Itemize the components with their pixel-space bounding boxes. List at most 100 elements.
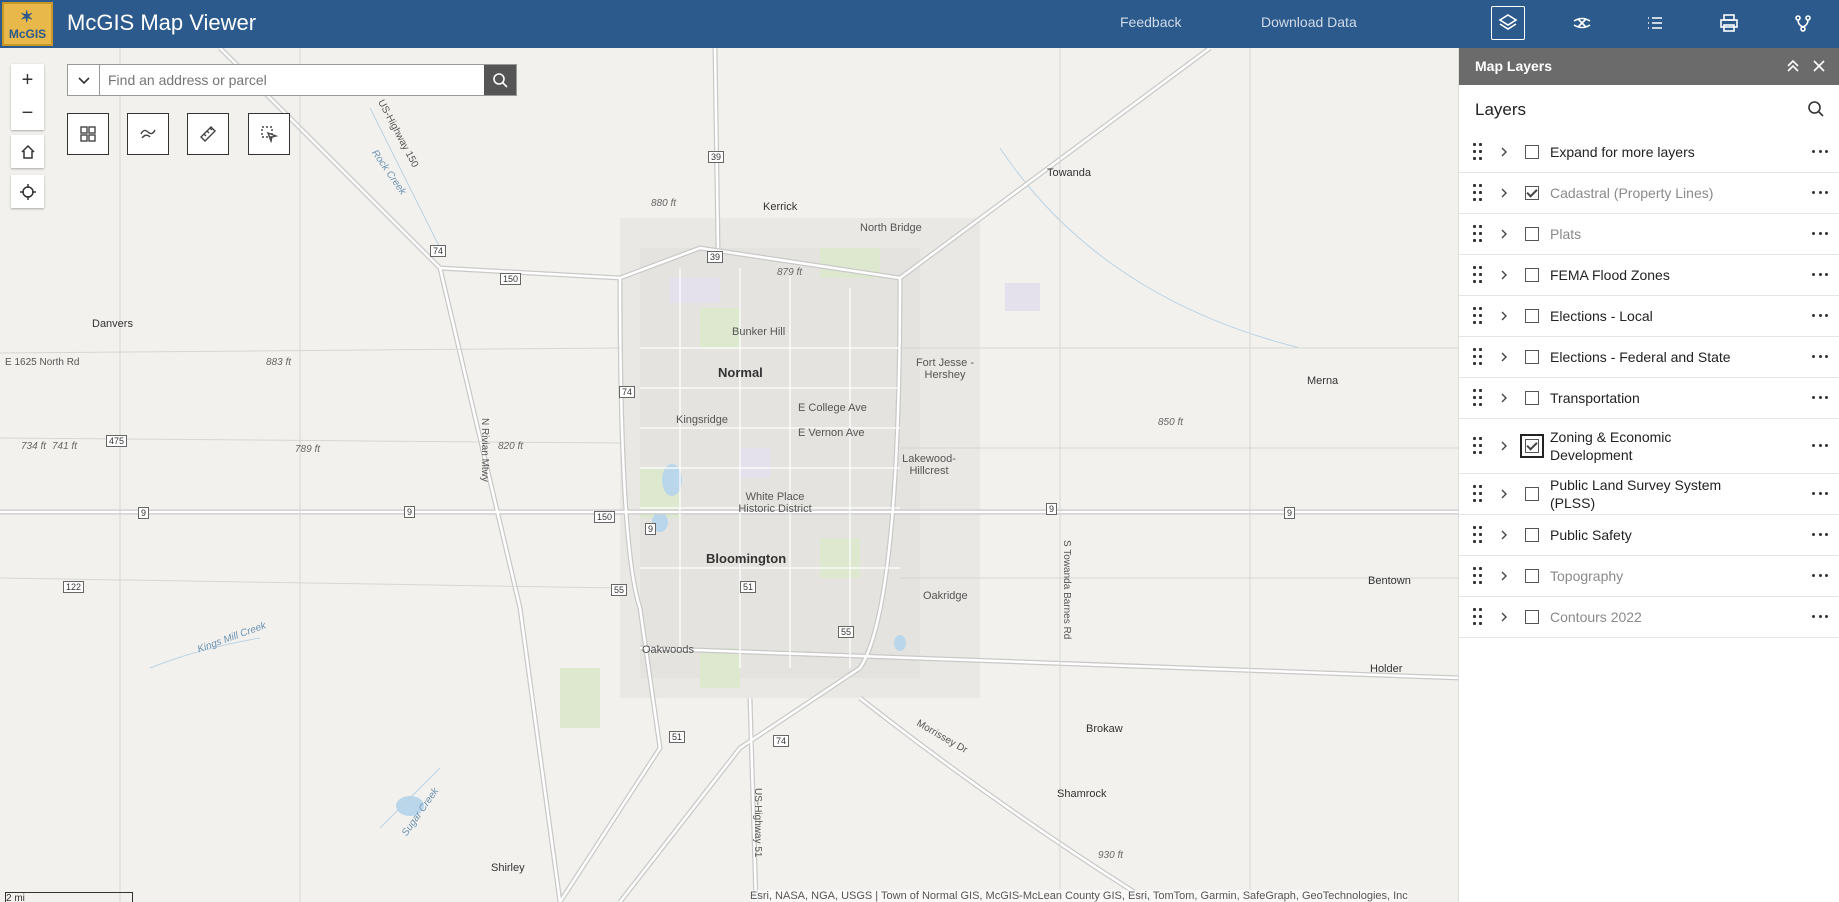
measure-button[interactable]	[187, 113, 229, 155]
download-data-link[interactable]: Download Data	[1261, 14, 1357, 30]
map-label-towanda: Towanda	[1047, 167, 1092, 179]
search-source-dropdown[interactable]	[68, 65, 100, 95]
map-view[interactable]: Towanda Kerrick North Bridge Danvers Nor…	[0, 48, 1458, 902]
more-options-icon[interactable]	[1812, 150, 1828, 154]
more-options-icon[interactable]	[1812, 492, 1828, 496]
expand-layer-button[interactable]	[1497, 391, 1511, 405]
more-options-icon[interactable]	[1812, 396, 1828, 400]
drag-handle-icon[interactable]	[1473, 437, 1483, 455]
expand-layer-button[interactable]	[1497, 439, 1511, 453]
drag-handle-icon[interactable]	[1473, 608, 1483, 626]
home-button[interactable]	[11, 135, 44, 168]
zoom-control: + −	[11, 64, 44, 130]
home-icon	[20, 144, 35, 159]
basemap-gallery-button[interactable]	[67, 113, 109, 155]
route-shield: 39	[708, 151, 725, 163]
more-options-icon[interactable]	[1812, 533, 1828, 537]
drag-handle-icon[interactable]	[1473, 184, 1483, 202]
elevation-label: 880 ft	[651, 198, 677, 209]
layer-row[interactable]: Public Safety	[1459, 515, 1839, 556]
select-button[interactable]	[248, 113, 290, 155]
drag-handle-icon[interactable]	[1473, 389, 1483, 407]
close-icon	[1813, 60, 1825, 72]
layer-visibility-checkbox[interactable]	[1525, 350, 1539, 364]
expand-layer-button[interactable]	[1497, 569, 1511, 583]
expand-layer-button[interactable]	[1497, 309, 1511, 323]
drag-handle-icon[interactable]	[1473, 567, 1483, 585]
route-shield: 122	[63, 581, 85, 593]
drag-handle-icon[interactable]	[1473, 348, 1483, 366]
layer-visibility-checkbox[interactable]	[1525, 309, 1539, 323]
chevron-right-icon	[1501, 489, 1507, 499]
more-options-icon[interactable]	[1812, 273, 1828, 277]
layer-row[interactable]: Expand for more layers	[1459, 132, 1839, 173]
layer-row[interactable]: Transportation	[1459, 378, 1839, 419]
collapse-panel-button[interactable]	[1783, 56, 1803, 76]
more-options-icon[interactable]	[1812, 232, 1828, 236]
expand-layer-button[interactable]	[1497, 268, 1511, 282]
layer-visibility-checkbox[interactable]	[1525, 610, 1539, 624]
more-options-icon[interactable]	[1812, 615, 1828, 619]
map-label-bloomington: Bloomington	[706, 551, 787, 566]
more-options-icon[interactable]	[1812, 355, 1828, 359]
print-icon	[1720, 14, 1738, 32]
zoom-out-button[interactable]: −	[11, 97, 44, 130]
expand-layer-button[interactable]	[1497, 350, 1511, 364]
basemap-button[interactable]	[1565, 6, 1599, 40]
layer-row[interactable]: Plats	[1459, 214, 1839, 255]
expand-layer-button[interactable]	[1497, 145, 1511, 159]
layer-visibility-checkbox[interactable]	[1525, 145, 1539, 159]
map-label-brokaw: Brokaw	[1086, 723, 1123, 735]
more-options-icon[interactable]	[1812, 444, 1828, 448]
expand-layer-button[interactable]	[1497, 186, 1511, 200]
layer-row[interactable]: Topography	[1459, 556, 1839, 597]
expand-layer-button[interactable]	[1497, 227, 1511, 241]
more-options-icon[interactable]	[1812, 574, 1828, 578]
layer-visibility-checkbox[interactable]	[1525, 569, 1539, 583]
route-shield: 55	[838, 626, 855, 638]
layer-visibility-checkbox[interactable]	[1520, 434, 1544, 458]
search-input[interactable]	[100, 65, 484, 95]
map-attribution[interactable]: Esri, NASA, NGA, USGS | Town of Normal G…	[750, 890, 1408, 902]
more-options-icon[interactable]	[1812, 314, 1828, 318]
share-button[interactable]	[1786, 6, 1820, 40]
locate-button[interactable]	[11, 175, 44, 208]
drag-handle-icon[interactable]	[1473, 485, 1483, 503]
feedback-link[interactable]: Feedback	[1120, 14, 1181, 30]
expand-layer-button[interactable]	[1497, 528, 1511, 542]
print-button[interactable]	[1712, 6, 1746, 40]
expand-layer-button[interactable]	[1497, 487, 1511, 501]
drag-handle-icon[interactable]	[1473, 526, 1483, 544]
layer-visibility-checkbox[interactable]	[1525, 268, 1539, 282]
scale-bar: 2 mi	[5, 892, 133, 902]
layer-visibility-checkbox[interactable]	[1525, 227, 1539, 241]
expand-layer-button[interactable]	[1497, 610, 1511, 624]
layer-row[interactable]: Public Land Survey System (PLSS)	[1459, 474, 1839, 515]
route-shield: 74	[773, 735, 790, 747]
layers-button[interactable]	[1491, 6, 1525, 40]
layer-row[interactable]: Zoning & Economic Development	[1459, 419, 1839, 474]
sketch-button[interactable]	[127, 113, 169, 155]
route-shield: 51	[740, 581, 757, 593]
layer-row[interactable]: Cadastral (Property Lines)	[1459, 173, 1839, 214]
layer-label: Zoning & Economic Development	[1550, 429, 1672, 463]
drag-handle-icon[interactable]	[1473, 266, 1483, 284]
layer-row[interactable]: Contours 2022	[1459, 597, 1839, 638]
layer-visibility-checkbox[interactable]	[1525, 391, 1539, 405]
drag-handle-icon[interactable]	[1473, 225, 1483, 243]
layer-row[interactable]: Elections - Local	[1459, 296, 1839, 337]
close-panel-button[interactable]	[1809, 56, 1829, 76]
mcgis-logo[interactable]: ✶ McGIS	[2, 2, 53, 46]
layers-search-button[interactable]	[1807, 100, 1827, 120]
layer-visibility-checkbox[interactable]	[1525, 186, 1539, 200]
drag-handle-icon[interactable]	[1473, 307, 1483, 325]
search-button[interactable]	[484, 65, 516, 95]
more-options-icon[interactable]	[1812, 191, 1828, 195]
layer-visibility-checkbox[interactable]	[1525, 528, 1539, 542]
legend-button[interactable]	[1638, 6, 1672, 40]
layer-row[interactable]: FEMA Flood Zones	[1459, 255, 1839, 296]
layer-row[interactable]: Elections - Federal and State	[1459, 337, 1839, 378]
drag-handle-icon[interactable]	[1473, 143, 1483, 161]
zoom-in-button[interactable]: +	[11, 64, 44, 97]
layer-visibility-checkbox[interactable]	[1525, 487, 1539, 501]
